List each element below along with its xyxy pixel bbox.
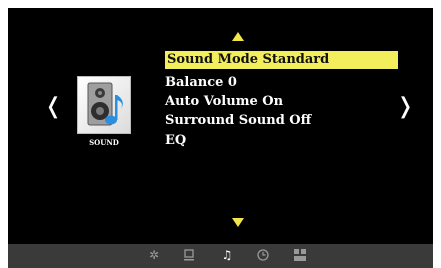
tiles-icon[interactable] (293, 248, 307, 262)
menu-item-surround-sound[interactable]: Surround Sound Off (165, 112, 311, 130)
category-caption: SOUND (89, 138, 119, 147)
menu-item-auto-volume[interactable]: Auto Volume On (165, 93, 283, 111)
display-icon[interactable] (182, 248, 196, 262)
sound-icon[interactable]: ♫ (220, 248, 234, 262)
clock-icon[interactable] (256, 248, 270, 262)
category-bar: ✲ ♫ (8, 244, 433, 268)
scroll-down-arrow-icon[interactable] (232, 218, 244, 227)
osd-screen: ❬ ❭ SOUND Sound Mode Standard Balance 0 … (8, 8, 433, 268)
scroll-up-arrow-icon[interactable] (232, 32, 244, 41)
menu-item-sound-mode[interactable]: Sound Mode Standard (165, 51, 398, 69)
previous-page-icon[interactable]: ❬ (44, 96, 62, 118)
menu-item-eq[interactable]: EQ (165, 132, 186, 150)
speaker-music-note-icon (87, 82, 123, 126)
sound-category-icon (77, 76, 131, 134)
picture-settings-icon[interactable]: ✲ (147, 248, 161, 262)
next-page-icon[interactable]: ❭ (396, 96, 414, 118)
menu-item-balance[interactable]: Balance 0 (165, 74, 237, 92)
